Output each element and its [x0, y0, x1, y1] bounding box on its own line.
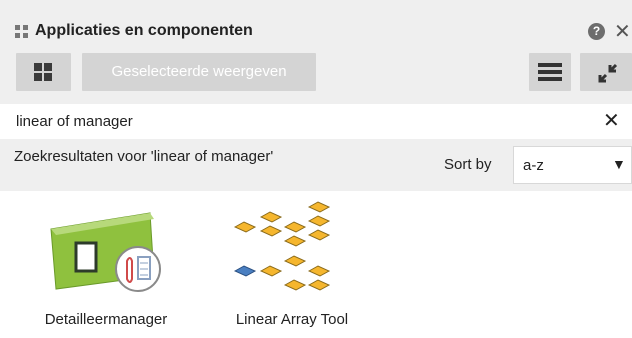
results-area: Detailleermanager Linear Array Tool — [0, 191, 632, 338]
detail-manager-icon — [50, 212, 161, 292]
results-header: Zoekresultaten voor 'linear of manager' … — [0, 139, 632, 191]
grid-view-icon — [16, 53, 71, 91]
show-selected-button[interactable]: Geselecteerde weergeven — [82, 53, 316, 91]
collapse-icon — [598, 63, 618, 83]
panel-titlebar[interactable]: Applicaties en componenten ? ✕ — [0, 13, 632, 49]
close-icon[interactable]: ✕ — [614, 19, 631, 44]
search-row: ✕ — [0, 104, 632, 139]
sort-value: a-z — [523, 157, 544, 174]
clear-search-icon[interactable]: ✕ — [603, 108, 620, 133]
list-view-icon — [529, 53, 571, 91]
app-label: Detailleermanager — [44, 311, 168, 328]
results-label: Zoekresultaten voor 'linear of manager' — [14, 148, 274, 165]
list-view-button[interactable] — [529, 53, 571, 91]
chevron-down-icon: ▼ — [612, 156, 626, 172]
help-icon[interactable]: ? — [588, 23, 605, 40]
sort-select[interactable]: a-z ▼ — [513, 146, 632, 184]
linear-array-tool-icon — [233, 201, 331, 291]
sort-by-label: Sort by — [444, 156, 492, 173]
app-tile-detailleermanager[interactable]: Detailleermanager — [20, 191, 192, 338]
applications-panel: Applicaties en componenten ? ✕ Geselecte… — [0, 0, 632, 338]
collapse-button[interactable] — [580, 53, 632, 91]
grid-view-button[interactable] — [16, 53, 71, 91]
panel-title: Applicaties en componenten — [35, 22, 253, 39]
toolbar: Geselecteerde weergeven — [0, 50, 632, 94]
search-input[interactable] — [0, 104, 590, 139]
app-tile-linear-array-tool[interactable]: Linear Array Tool — [212, 191, 372, 338]
app-label: Linear Array Tool — [235, 311, 349, 328]
panel-grip-icon[interactable] — [15, 25, 29, 39]
